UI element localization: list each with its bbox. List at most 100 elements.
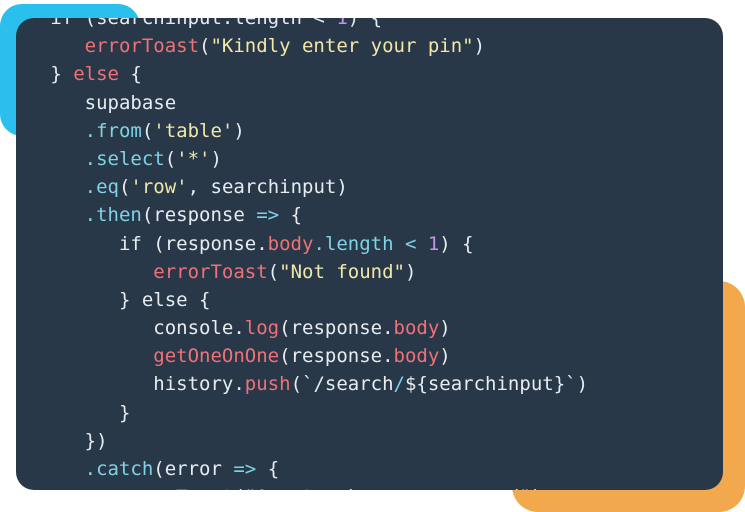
code-token: 'table'	[153, 119, 234, 142]
code-token: /search	[313, 373, 394, 396]
code-token: "Not found"	[279, 260, 405, 283]
code-token: (response	[141, 204, 257, 227]
code-token: `)	[565, 373, 589, 396]
code-token: )	[531, 486, 542, 490]
code-line: .from('table')	[16, 117, 588, 145]
code-token: console.	[153, 317, 245, 340]
code-block: if (searchinput.length < 1) { errorToast…	[16, 18, 588, 490]
code-token: =>	[256, 204, 280, 227]
code-token: .from	[84, 119, 142, 142]
code-line: .select('*')	[16, 145, 588, 173]
code-token: 1	[336, 18, 348, 29]
code-token: else	[73, 63, 119, 86]
code-token: '*'	[176, 147, 211, 170]
code-token: 'row'	[130, 176, 188, 199]
code-token: }	[118, 401, 131, 424]
code-snippet-panel: if (searchinput.length < 1) { errorToast…	[16, 18, 723, 490]
code-line: if (response.body.length < 1) {	[16, 230, 588, 258]
code-token: )	[439, 317, 451, 340]
code-token: (	[199, 35, 211, 58]
code-token: errorToast	[84, 35, 200, 58]
code-token: supabase	[84, 91, 177, 114]
code-token: .select	[84, 147, 165, 170]
code-token: "A network error occured"	[245, 486, 531, 490]
code-token: body	[393, 317, 440, 340]
code-line: }	[16, 399, 588, 427]
code-line: errorToast("Not found")	[16, 258, 588, 286]
code-line: getOneOnOne(response.body)	[16, 342, 588, 370]
code-line: .then(response => {	[16, 201, 588, 229]
code-token: errorToast	[119, 486, 233, 490]
code-token: if	[50, 18, 85, 29]
code-token: .then	[84, 204, 142, 227]
code-line: console.log(response.body)	[16, 314, 588, 342]
code-token: } else {	[118, 288, 211, 311]
code-token: =>	[233, 458, 257, 480]
code-line: if (searchinput.length < 1) {	[16, 18, 588, 32]
code-line: } else {	[16, 60, 588, 88]
code-token: errorToast	[153, 260, 268, 283]
code-token: (response.	[279, 317, 394, 340]
code-token: (response.	[279, 345, 394, 368]
code-token: (error	[153, 458, 234, 480]
code-token: /	[393, 373, 405, 396]
code-line: .catch(error => {	[16, 455, 588, 483]
code-token: )	[439, 345, 451, 368]
code-token: (searchinput.length <	[84, 18, 337, 29]
code-token: (	[164, 147, 177, 170]
code-token: }	[50, 63, 74, 86]
code-token: {	[279, 204, 303, 227]
code-token: (	[233, 486, 244, 490]
screenshot-canvas: if (searchinput.length < 1) { errorToast…	[0, 0, 745, 512]
code-token: .catch	[84, 458, 154, 480]
code-token: "Kindly enter your pin"	[210, 35, 474, 58]
code-line: history.push(`/search/${searchinput}`)	[16, 370, 588, 398]
code-token: {	[118, 63, 142, 86]
code-line: })	[16, 427, 588, 455]
code-token: .length	[313, 232, 394, 255]
code-line: errorToast("A network error occured")	[16, 483, 588, 490]
code-token: (	[141, 119, 154, 142]
code-line: supabase	[16, 89, 588, 117]
code-token: )	[233, 119, 245, 142]
code-line: errorToast("Kindly enter your pin")	[16, 32, 588, 60]
code-line: .eq('row', searchinput)	[16, 173, 588, 201]
code-token: (`	[290, 373, 314, 396]
code-token: ${searchinput}	[404, 373, 566, 396]
code-token: history.	[153, 373, 245, 396]
code-token: ) {	[439, 232, 474, 255]
code-token: log	[244, 317, 280, 340]
code-token: ) {	[347, 18, 383, 29]
code-token: .eq	[84, 176, 119, 199]
code-token: {	[256, 458, 280, 480]
code-token: )	[404, 260, 417, 283]
code-token: if (response.	[118, 232, 268, 255]
code-token: body	[393, 345, 440, 368]
code-token: body	[267, 232, 314, 255]
code-token: })	[84, 429, 108, 452]
code-token: push	[244, 373, 291, 396]
code-token: <	[393, 232, 428, 255]
code-token: 1	[427, 232, 440, 255]
code-token: , searchinput)	[187, 176, 348, 199]
code-line: } else {	[16, 286, 588, 314]
code-token: (	[267, 260, 280, 283]
code-token: )	[473, 35, 486, 58]
